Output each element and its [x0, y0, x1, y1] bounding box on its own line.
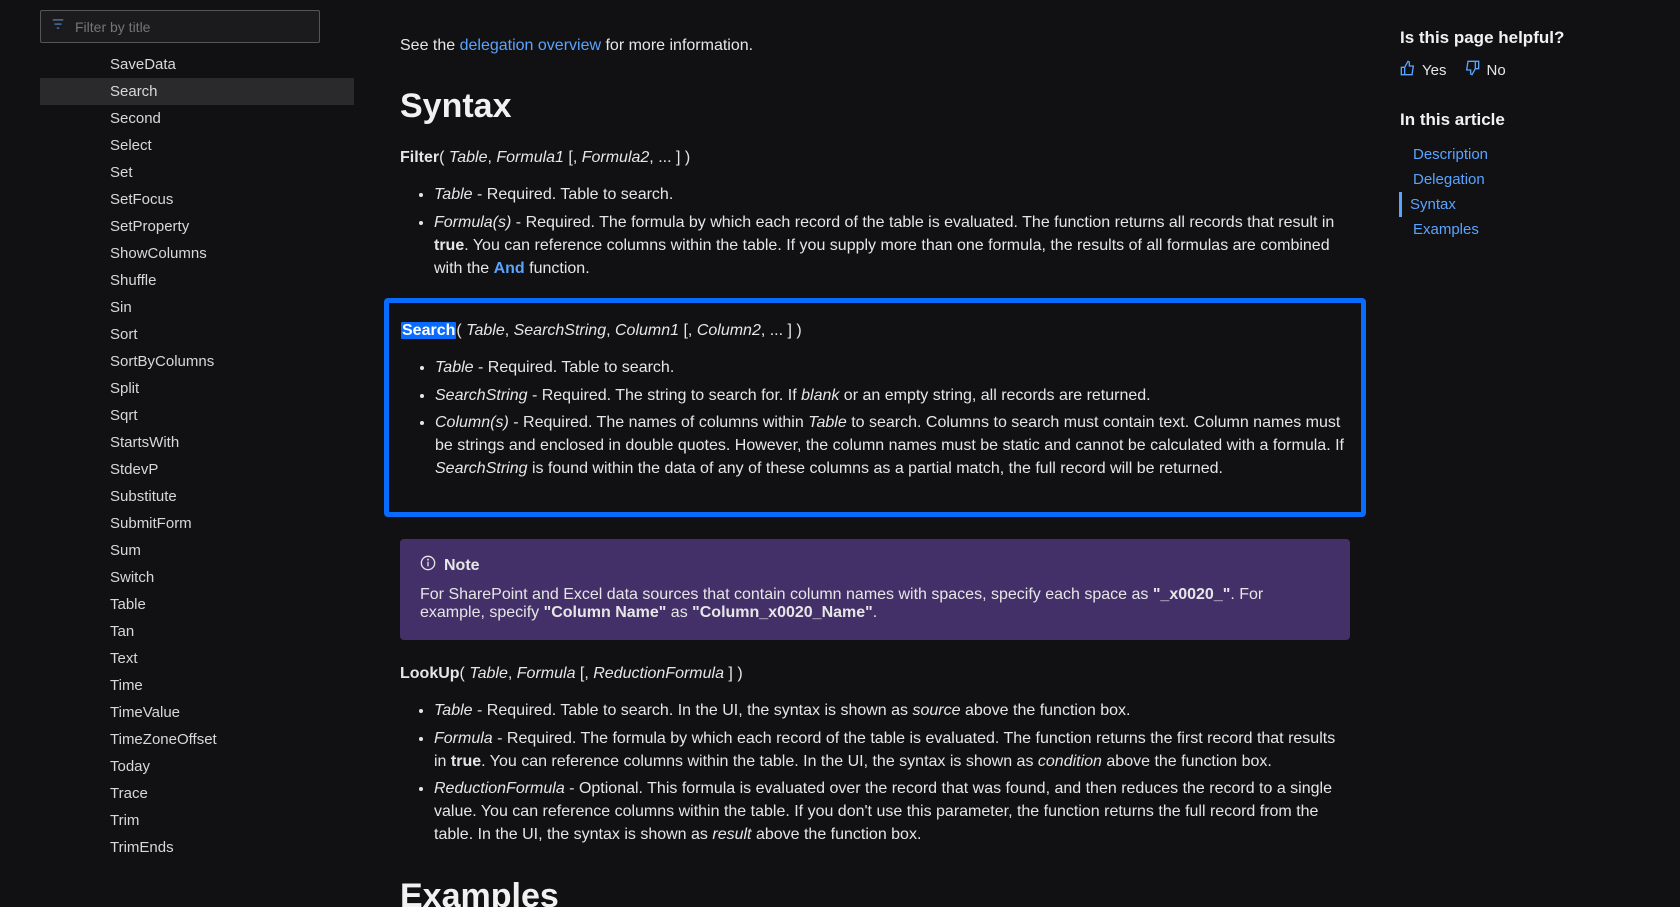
sidebar-item-sqrt[interactable]: Sqrt [40, 402, 354, 429]
lookup-args: Table - Required. Table to search. In th… [400, 699, 1350, 846]
sidebar-item-substitute[interactable]: Substitute [40, 483, 354, 510]
filter-signature: Filter( Table, Formula1 [, Formula2, ...… [400, 146, 1350, 169]
sidebar-item-trace[interactable]: Trace [40, 780, 354, 807]
sidebar-item-sin[interactable]: Sin [40, 294, 354, 321]
toc-item-syntax[interactable]: Syntax [1399, 192, 1660, 217]
sidebar-item-sort[interactable]: Sort [40, 321, 354, 348]
main-content[interactable]: See the delegation overview for more inf… [360, 0, 1380, 907]
app-root: SaveDataSearchSecondSelectSetSetFocusSet… [0, 0, 1680, 907]
helpful-heading: Is this page helpful? [1400, 28, 1660, 48]
nav-list[interactable]: SaveDataSearchSecondSelectSetSetFocusSet… [40, 51, 356, 907]
note-body: For SharePoint and Excel data sources th… [420, 586, 1330, 622]
sidebar-item-tan[interactable]: Tan [40, 618, 354, 645]
sidebar-item-switch[interactable]: Switch [40, 564, 354, 591]
search-highlight-box: Search( Table, SearchString, Column1 [, … [384, 298, 1366, 517]
search-args: Table - Required. Table to search. Searc… [401, 356, 1349, 480]
sidebar-item-time[interactable]: Time [40, 672, 354, 699]
sidebar-item-shuffle[interactable]: Shuffle [40, 267, 354, 294]
sidebar-item-text[interactable]: Text [40, 645, 354, 672]
sidebar-item-table[interactable]: Table [40, 591, 354, 618]
sidebar-item-select[interactable]: Select [40, 132, 354, 159]
sidebar-item-sum[interactable]: Sum [40, 537, 354, 564]
note-heading: Note [420, 555, 1330, 576]
sidebar-item-trim[interactable]: Trim [40, 807, 354, 834]
yes-button[interactable]: Yes [1400, 60, 1446, 80]
no-button[interactable]: No [1464, 60, 1505, 80]
delegation-overview-link[interactable]: delegation overview [460, 37, 601, 54]
sidebar-item-stdevp[interactable]: StdevP [40, 456, 354, 483]
sidebar-item-sortbycolumns[interactable]: SortByColumns [40, 348, 354, 375]
sidebar-item-startswith[interactable]: StartsWith [40, 429, 354, 456]
examples-heading: Examples [400, 877, 1350, 907]
sidebar-item-trimends[interactable]: TrimEnds [40, 834, 354, 861]
search-keyword-selected: Search [401, 322, 456, 339]
toc-item-delegation[interactable]: Delegation [1400, 167, 1660, 192]
sidebar-item-showcolumns[interactable]: ShowColumns [40, 240, 354, 267]
lookup-signature: LookUp( Table, Formula [, ReductionFormu… [400, 662, 1350, 685]
sidebar-item-split[interactable]: Split [40, 375, 354, 402]
sidebar: SaveDataSearchSecondSelectSetSetFocusSet… [0, 0, 360, 907]
sidebar-item-second[interactable]: Second [40, 105, 354, 132]
filter-wrap [0, 10, 360, 51]
in-this-article-heading: In this article [1400, 110, 1660, 130]
sidebar-item-setproperty[interactable]: SetProperty [40, 213, 354, 240]
sidebar-item-setfocus[interactable]: SetFocus [40, 186, 354, 213]
filter-box[interactable] [40, 10, 320, 43]
toc-list: DescriptionDelegationSyntaxExamples [1400, 142, 1660, 242]
intro-paragraph: See the delegation overview for more inf… [400, 34, 1350, 57]
sidebar-item-set[interactable]: Set [40, 159, 354, 186]
thumbs-down-icon [1464, 60, 1480, 80]
toc-item-examples[interactable]: Examples [1400, 217, 1660, 242]
note-box: Note For SharePoint and Excel data sourc… [400, 539, 1350, 640]
sidebar-item-timezoneoffset[interactable]: TimeZoneOffset [40, 726, 354, 753]
toc-item-description[interactable]: Description [1400, 142, 1660, 167]
sidebar-item-timevalue[interactable]: TimeValue [40, 699, 354, 726]
filter-icon [51, 17, 65, 36]
feedback-row: Yes No [1400, 60, 1660, 80]
filter-input[interactable] [73, 18, 309, 36]
search-signature: Search( Table, SearchString, Column1 [, … [401, 319, 1349, 342]
sidebar-item-today[interactable]: Today [40, 753, 354, 780]
filter-args: Table - Required. Table to search. Formu… [400, 183, 1350, 280]
right-rail: Is this page helpful? Yes No In this art… [1380, 0, 1680, 907]
sidebar-item-search[interactable]: Search [40, 78, 354, 105]
info-icon [420, 555, 436, 576]
sidebar-item-savedata[interactable]: SaveData [40, 51, 354, 78]
sidebar-item-submitform[interactable]: SubmitForm [40, 510, 354, 537]
thumbs-up-icon [1400, 60, 1416, 80]
and-link[interactable]: And [494, 260, 525, 277]
syntax-heading: Syntax [400, 87, 1350, 126]
